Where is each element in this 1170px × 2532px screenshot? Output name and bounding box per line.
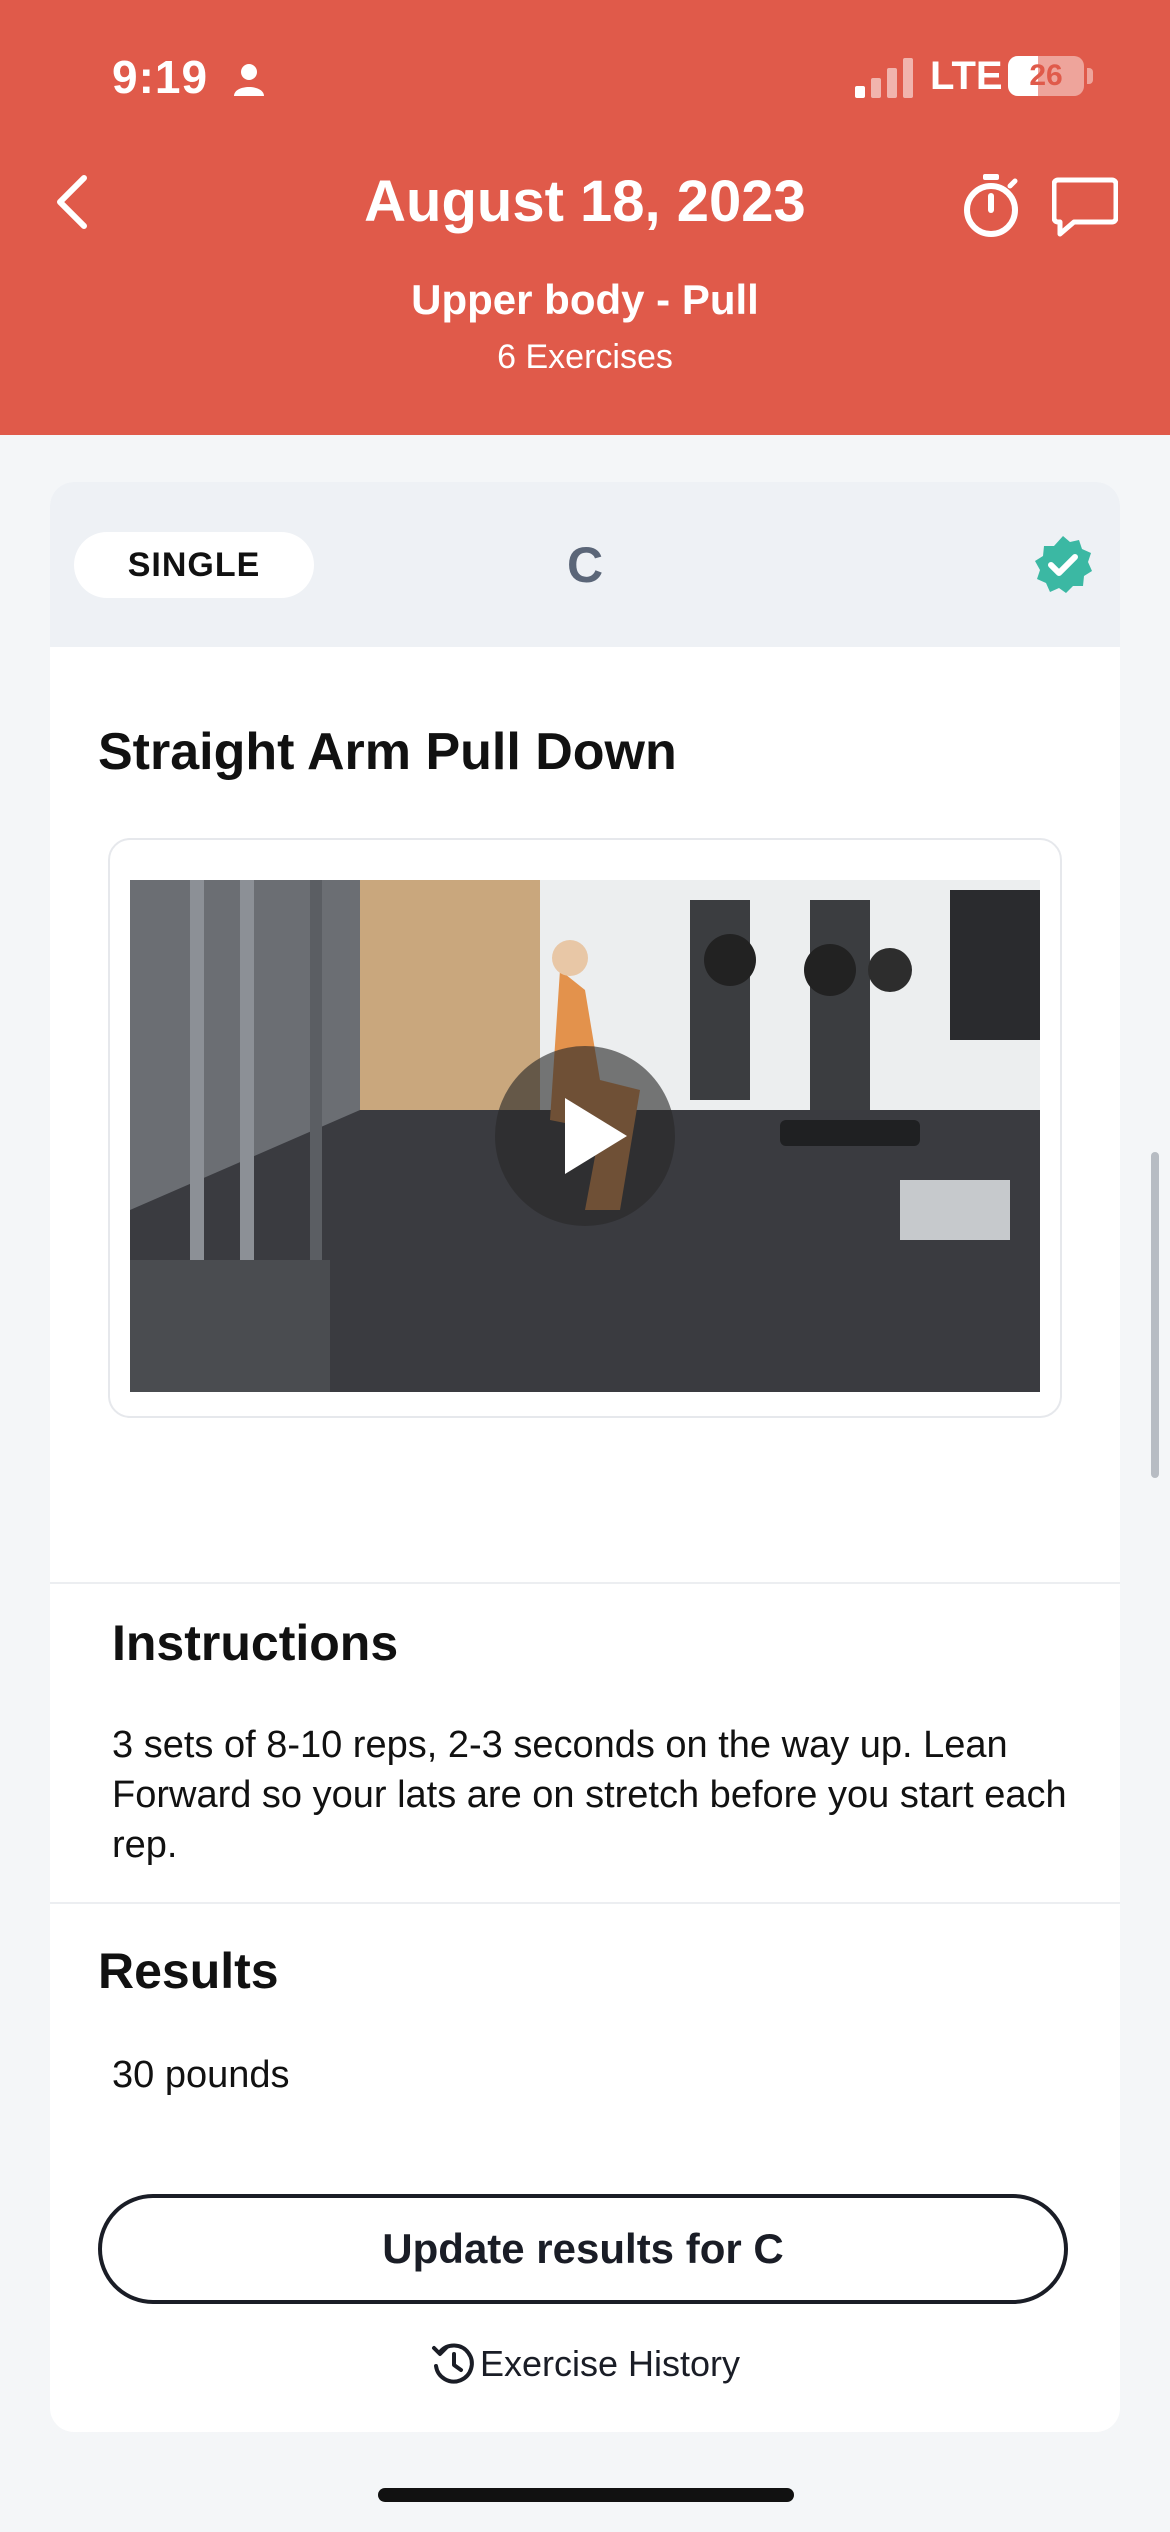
check-badge-icon xyxy=(1035,536,1092,593)
card-header: SINGLE C xyxy=(50,482,1120,647)
update-results-button[interactable]: Update results for C xyxy=(98,2194,1068,2304)
battery-level: 26 xyxy=(1029,59,1063,92)
exercise-count: 6 Exercises xyxy=(497,338,673,376)
chat-icon[interactable] xyxy=(1052,176,1118,238)
play-icon xyxy=(565,1098,627,1174)
scrollbar[interactable] xyxy=(1151,1152,1159,1478)
battery-cap xyxy=(1087,68,1093,84)
workout-name: Upper body - Pull xyxy=(411,276,759,323)
exercise-history-label: Exercise History xyxy=(479,2343,741,2384)
exercise-history-link[interactable]: Exercise History xyxy=(50,2340,1120,2386)
video-container xyxy=(108,838,1062,1418)
exercise-card: SINGLE C Straight Arm Pull Down Instruct… xyxy=(50,482,1120,2432)
exercise-letter: C xyxy=(566,537,604,593)
play-button[interactable] xyxy=(495,1046,675,1226)
divider xyxy=(50,1902,1120,1904)
stopwatch-icon[interactable] xyxy=(958,172,1024,238)
home-indicator[interactable] xyxy=(378,2488,794,2502)
status-time: 9:19 xyxy=(112,51,209,103)
instructions-text: 3 sets of 8-10 reps, 2-3 seconds on the … xyxy=(112,1724,1067,1866)
results-heading: Results xyxy=(98,1943,279,1999)
exercise-video[interactable] xyxy=(130,880,1040,1392)
divider xyxy=(50,1582,1120,1584)
person-icon xyxy=(234,64,264,96)
instructions-heading: Instructions xyxy=(112,1615,399,1671)
exercise-title: Straight Arm Pull Down xyxy=(98,723,677,781)
history-icon xyxy=(431,2343,474,2384)
network-type: LTE xyxy=(930,54,1003,98)
signal-icon xyxy=(855,58,913,98)
results-value: 30 pounds xyxy=(112,2054,290,2096)
battery-icon: 26 xyxy=(1008,56,1084,96)
header-bar: 9:19 LTE 26 August 18, 2023 Upper body -… xyxy=(0,0,1170,435)
